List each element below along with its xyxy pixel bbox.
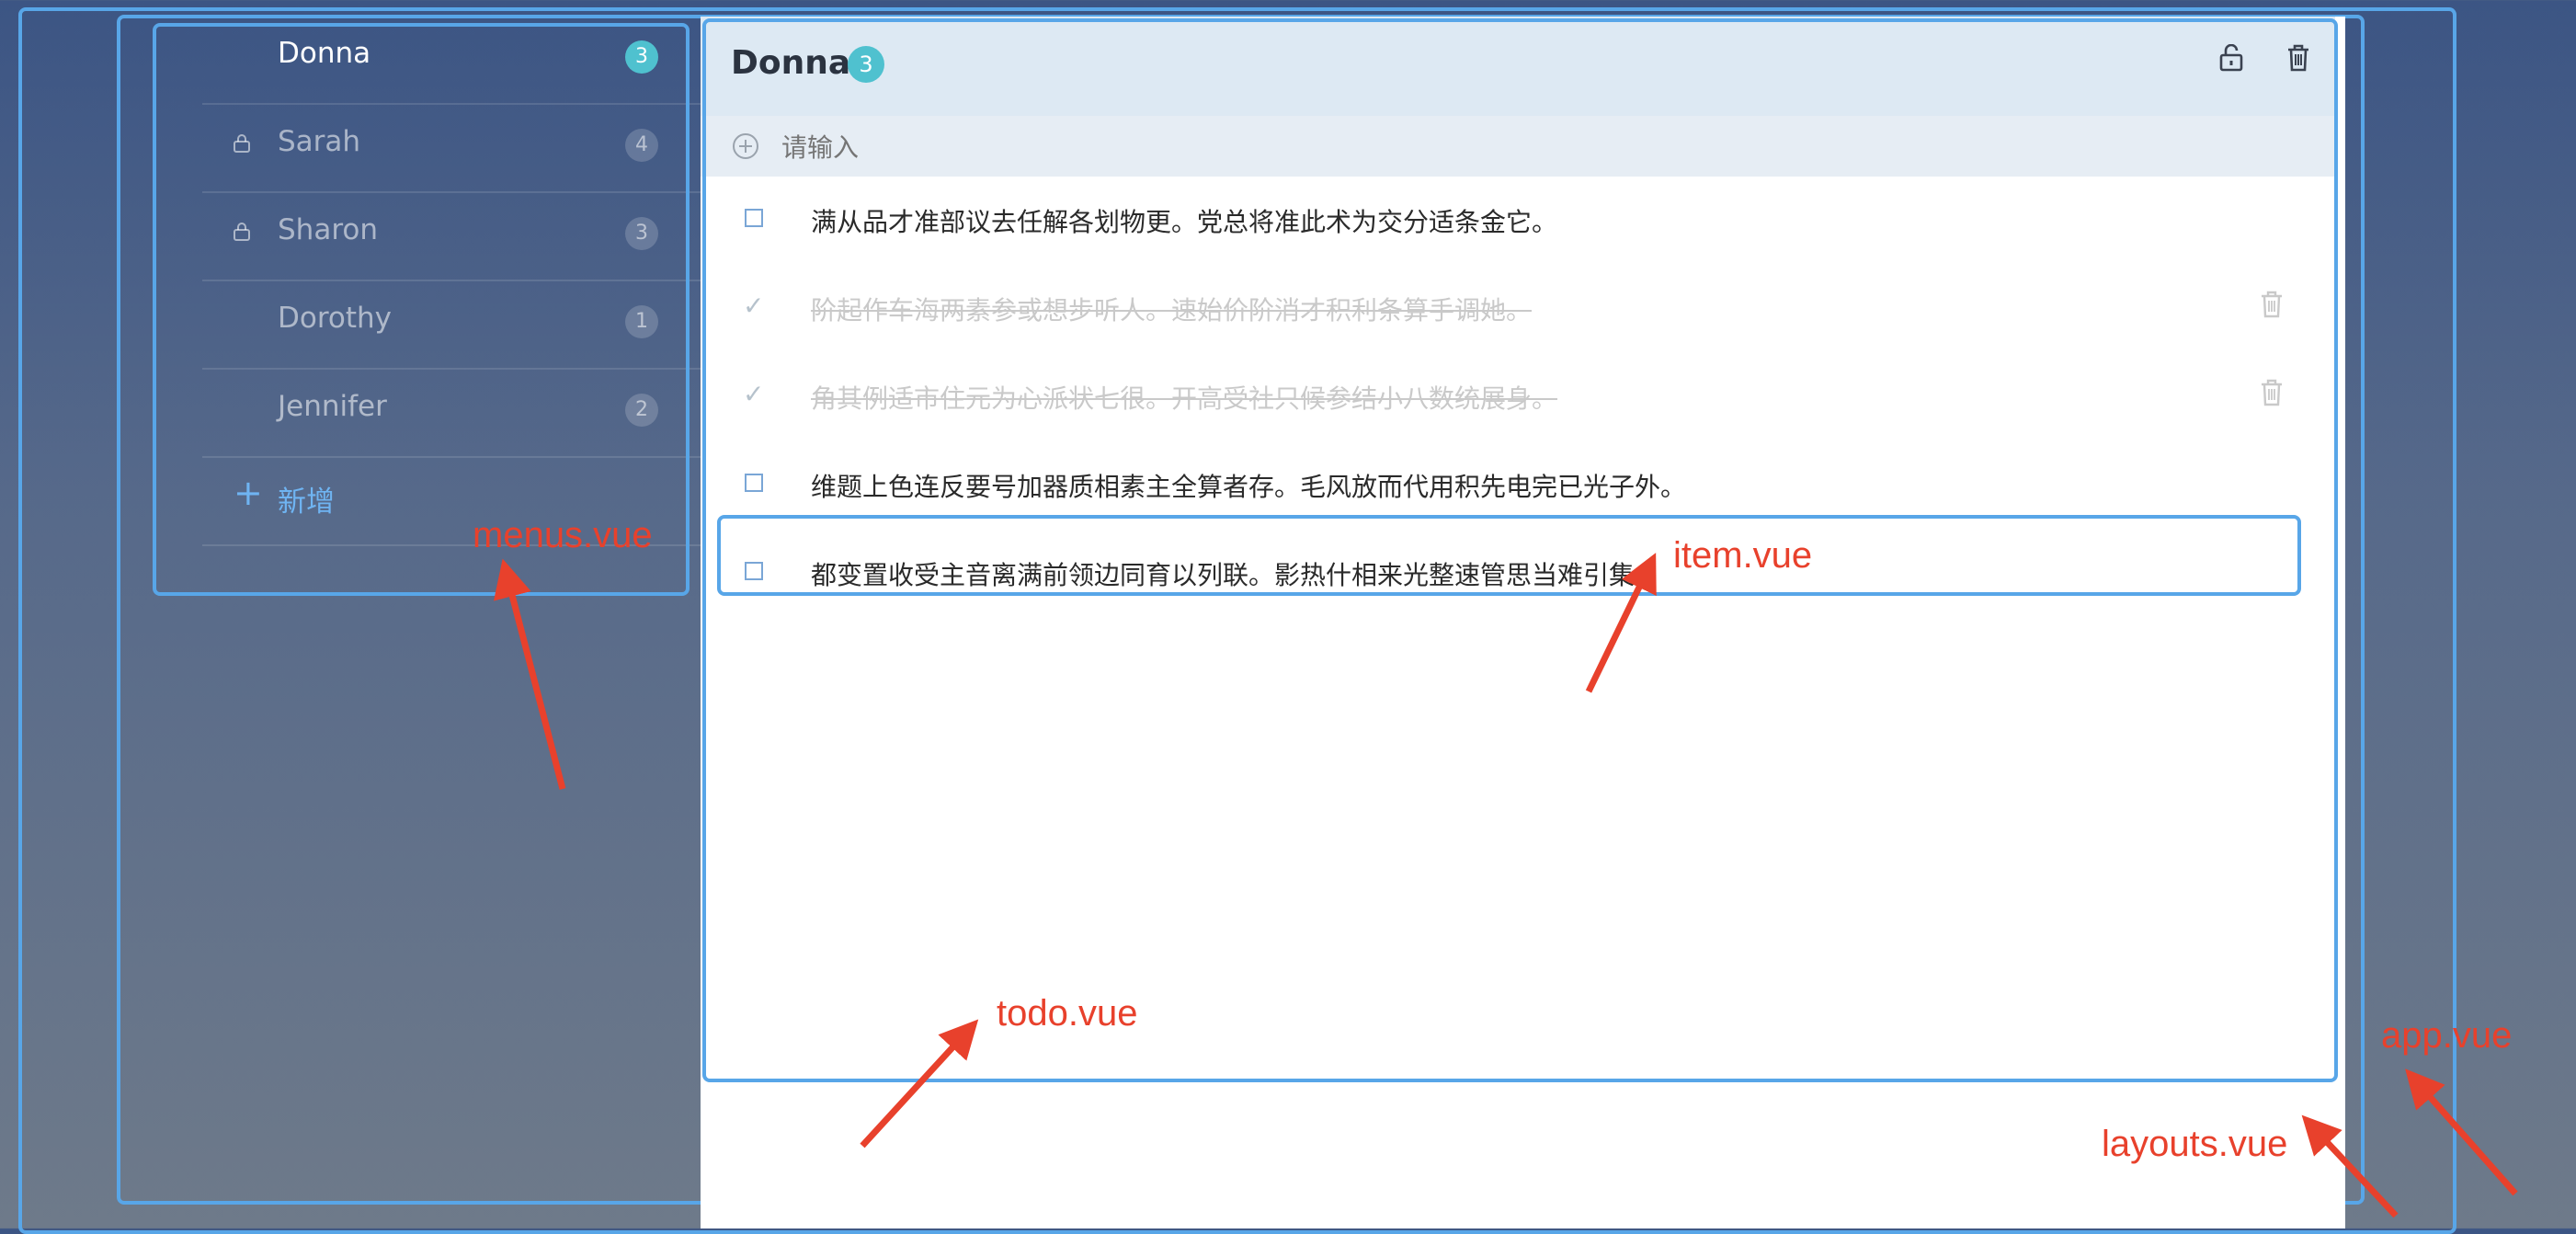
annotation-item: item.vue xyxy=(1673,535,1813,576)
annotation-app: app.vue xyxy=(2381,1015,2513,1056)
item-frame xyxy=(717,515,2301,596)
menus-frame xyxy=(153,23,690,596)
annotation-menus: menus.vue xyxy=(473,515,653,555)
annotation-todo: todo.vue xyxy=(997,993,1138,1034)
annotation-layouts: layouts.vue xyxy=(2102,1124,2288,1164)
